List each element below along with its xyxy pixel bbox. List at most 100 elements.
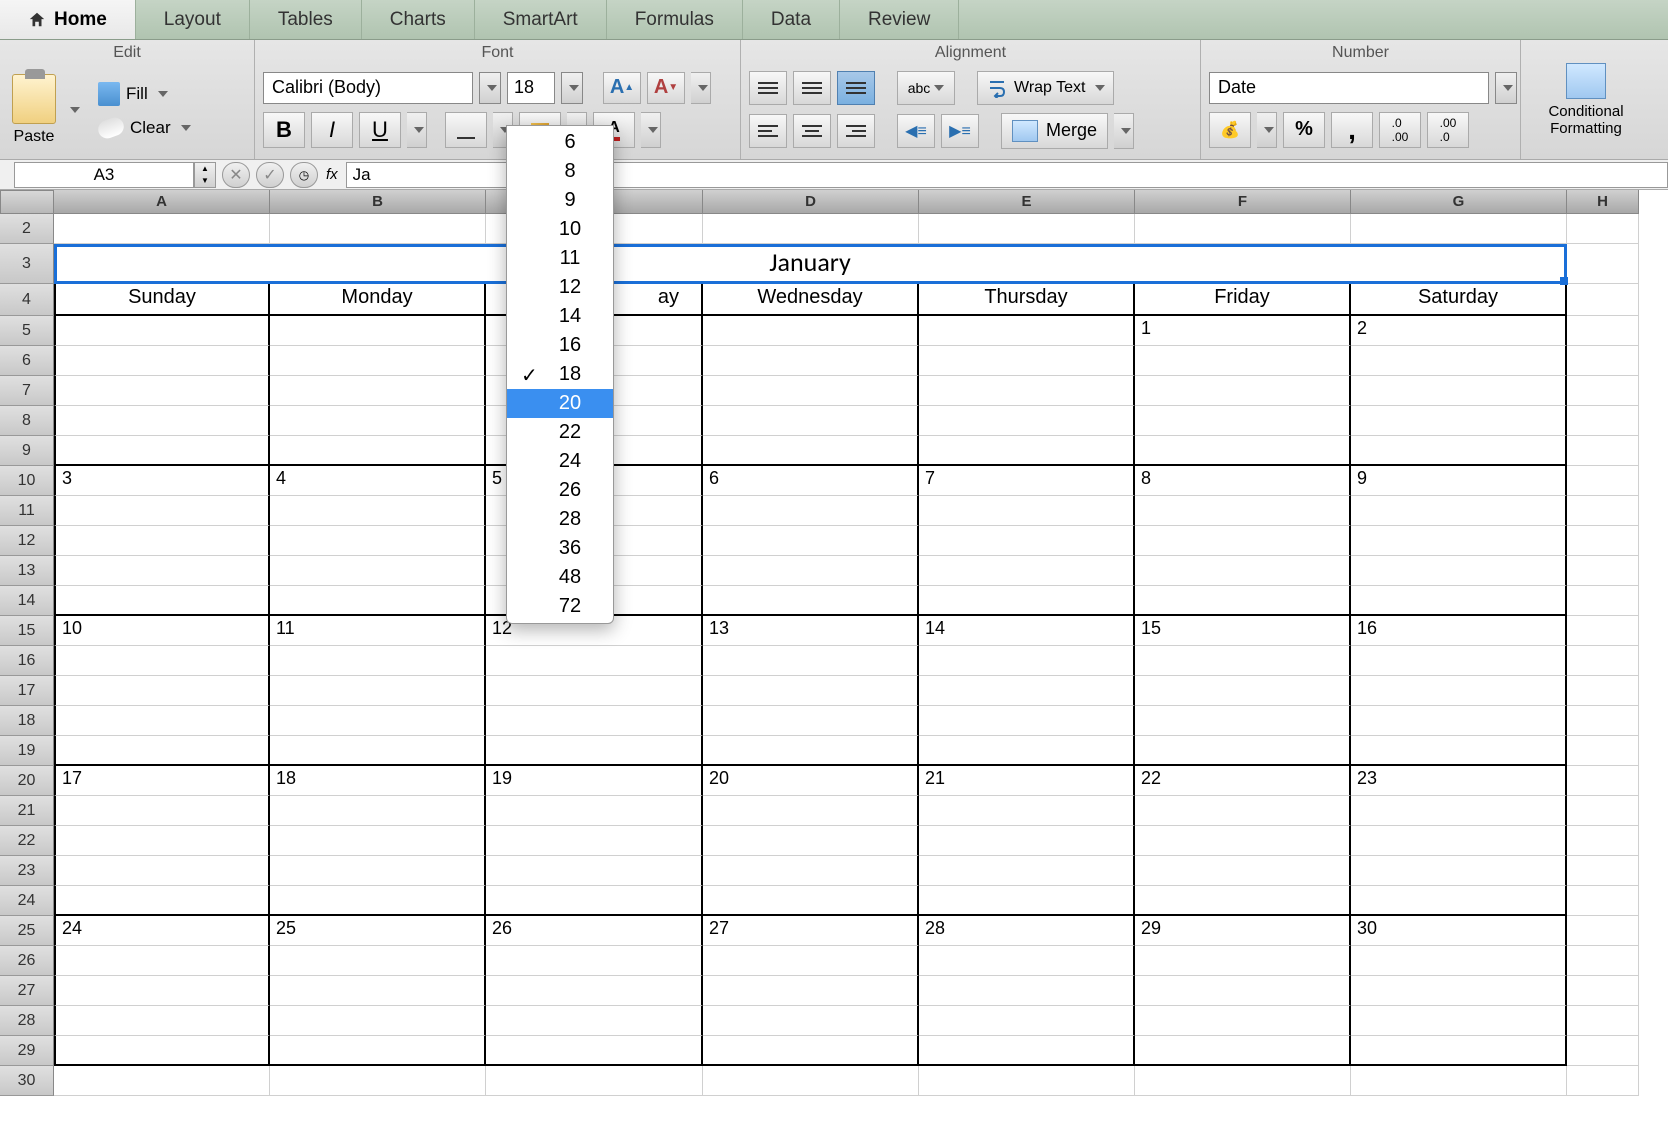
cell[interactable] xyxy=(1351,856,1567,886)
cell[interactable] xyxy=(1351,376,1567,406)
cell[interactable] xyxy=(919,706,1135,736)
cell[interactable] xyxy=(1135,376,1351,406)
cell[interactable] xyxy=(703,946,919,976)
cell[interactable] xyxy=(1351,214,1567,244)
cell[interactable] xyxy=(270,346,486,376)
cell[interactable] xyxy=(1567,946,1639,976)
accept-formula-button[interactable]: ✓ xyxy=(256,162,284,188)
cell[interactable] xyxy=(54,526,270,556)
cell[interactable] xyxy=(1351,586,1567,616)
cell[interactable] xyxy=(270,646,486,676)
cell[interactable] xyxy=(54,1036,270,1066)
cell[interactable] xyxy=(270,214,486,244)
cell[interactable]: 26 xyxy=(486,916,703,946)
row-header-5[interactable]: 5 xyxy=(0,316,54,346)
font-name-dropdown-button[interactable] xyxy=(479,72,501,104)
cell[interactable] xyxy=(919,856,1135,886)
cell[interactable]: 6 xyxy=(703,466,919,496)
cell[interactable] xyxy=(54,556,270,586)
cell[interactable] xyxy=(703,406,919,436)
cell[interactable] xyxy=(486,976,703,1006)
cell[interactable]: 29 xyxy=(1135,916,1351,946)
percent-button[interactable]: % xyxy=(1283,112,1325,148)
row-header-24[interactable]: 24 xyxy=(0,886,54,916)
cell[interactable]: Wednesday xyxy=(703,284,919,316)
cell[interactable] xyxy=(1567,1036,1639,1066)
cell[interactable] xyxy=(1135,706,1351,736)
cell[interactable] xyxy=(1567,616,1639,646)
cell[interactable] xyxy=(919,214,1135,244)
cell[interactable] xyxy=(1351,1036,1567,1066)
underline-button[interactable]: U xyxy=(359,112,401,148)
cell[interactable] xyxy=(54,406,270,436)
cell[interactable] xyxy=(1567,466,1639,496)
tab-data[interactable]: Data xyxy=(743,0,840,39)
cell[interactable] xyxy=(703,1006,919,1036)
cell[interactable] xyxy=(270,556,486,586)
row-header-14[interactable]: 14 xyxy=(0,586,54,616)
cell[interactable] xyxy=(703,316,919,346)
cell[interactable] xyxy=(1135,826,1351,856)
cell[interactable] xyxy=(1351,976,1567,1006)
cell[interactable]: 28 xyxy=(919,916,1135,946)
wrap-text-button[interactable]: Wrap Text xyxy=(977,71,1114,105)
name-box[interactable]: A3 xyxy=(14,162,194,188)
font-size-option-24[interactable]: 24 xyxy=(507,447,613,476)
font-size-option-26[interactable]: 26 xyxy=(507,476,613,505)
row-header-4[interactable]: 4 xyxy=(0,284,54,316)
cell[interactable]: 4 xyxy=(270,466,486,496)
cell[interactable] xyxy=(1351,646,1567,676)
cell[interactable]: 9 xyxy=(1351,466,1567,496)
cell[interactable] xyxy=(54,1066,270,1096)
cell[interactable]: 15 xyxy=(1135,616,1351,646)
cell[interactable]: 11 xyxy=(270,616,486,646)
cell[interactable] xyxy=(270,736,486,766)
number-format-dropdown[interactable] xyxy=(1495,72,1517,104)
cell[interactable] xyxy=(919,496,1135,526)
cell[interactable] xyxy=(703,646,919,676)
cell[interactable] xyxy=(1567,496,1639,526)
tab-layout[interactable]: Layout xyxy=(136,0,250,39)
cell[interactable] xyxy=(270,826,486,856)
row-header-13[interactable]: 13 xyxy=(0,556,54,586)
cell[interactable] xyxy=(1567,856,1639,886)
cell[interactable]: 3 xyxy=(54,466,270,496)
italic-button[interactable]: I xyxy=(311,112,353,148)
cell[interactable] xyxy=(919,1006,1135,1036)
row-header-25[interactable]: 25 xyxy=(0,916,54,946)
cell[interactable]: 25 xyxy=(270,916,486,946)
cell[interactable] xyxy=(703,706,919,736)
cell[interactable] xyxy=(270,526,486,556)
font-size-option-36[interactable]: 36 xyxy=(507,534,613,563)
tab-tables[interactable]: Tables xyxy=(250,0,362,39)
font-name-select[interactable]: Calibri (Body) xyxy=(263,72,473,104)
cell[interactable] xyxy=(54,586,270,616)
cell[interactable] xyxy=(1567,556,1639,586)
cell[interactable] xyxy=(486,736,703,766)
cell[interactable] xyxy=(1135,346,1351,376)
select-all-corner[interactable] xyxy=(0,190,54,214)
cell[interactable] xyxy=(1135,946,1351,976)
cell[interactable] xyxy=(1567,1006,1639,1036)
cell[interactable] xyxy=(1135,856,1351,886)
cell[interactable] xyxy=(270,856,486,886)
cell[interactable] xyxy=(54,496,270,526)
cell[interactable] xyxy=(919,736,1135,766)
cell[interactable] xyxy=(1351,406,1567,436)
paste-button[interactable]: Paste xyxy=(8,70,60,150)
align-bottom-button[interactable] xyxy=(837,71,875,105)
currency-button[interactable]: 💰 xyxy=(1209,112,1251,148)
cell[interactable] xyxy=(1351,346,1567,376)
cell[interactable] xyxy=(1567,916,1639,946)
orientation-button[interactable]: abc xyxy=(897,71,955,105)
row-header-3[interactable]: 3 xyxy=(0,244,54,284)
cell[interactable] xyxy=(54,976,270,1006)
cell[interactable]: 7 xyxy=(919,466,1135,496)
underline-split[interactable] xyxy=(407,112,427,148)
cell[interactable] xyxy=(703,556,919,586)
cell[interactable] xyxy=(54,826,270,856)
cell[interactable]: 18 xyxy=(270,766,486,796)
cell[interactable]: 2 xyxy=(1351,316,1567,346)
cell[interactable] xyxy=(703,1066,919,1096)
cell[interactable] xyxy=(1567,376,1639,406)
